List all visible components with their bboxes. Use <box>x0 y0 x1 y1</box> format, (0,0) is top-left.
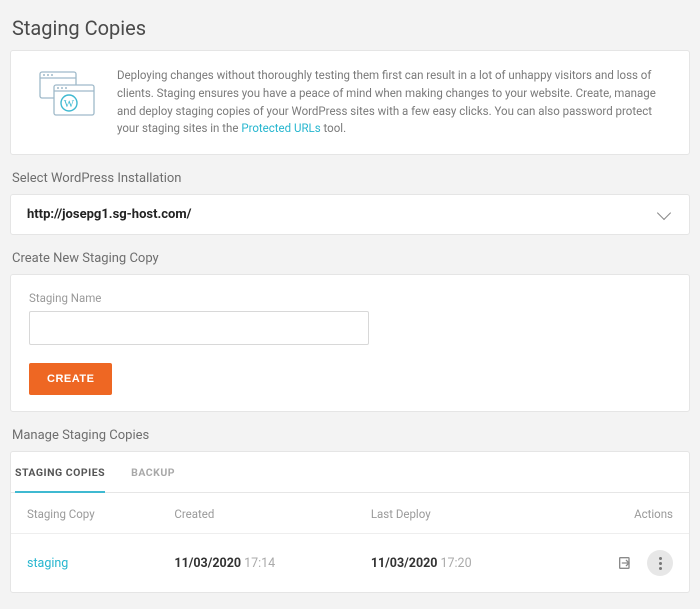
tab-staging-copies[interactable]: STAGING COPIES <box>15 452 105 493</box>
intro-panel: W Deploying changes without thoroughly t… <box>10 50 690 155</box>
col-actions: Actions <box>551 493 689 534</box>
wordpress-installation-select[interactable]: http://josepg1.sg-host.com/ <box>10 194 690 235</box>
create-section-label: Create New Staging Copy <box>12 251 690 266</box>
page-title: Staging Copies <box>12 16 690 40</box>
col-last-deploy: Last Deploy <box>355 493 551 534</box>
create-button[interactable]: CREATE <box>29 363 112 395</box>
deploy-time: 17:20 <box>440 556 471 571</box>
staging-copies-table: Staging Copy Created Last Deploy Actions… <box>11 493 689 592</box>
chevron-down-icon <box>657 206 671 220</box>
row-actions-menu[interactable] <box>647 550 673 576</box>
protected-urls-link[interactable]: Protected URLs <box>241 121 320 135</box>
deploy-cell: 11/03/202017:20 <box>355 534 551 593</box>
create-staging-panel: Staging Name CREATE <box>10 274 690 412</box>
staging-illustration-icon: W <box>29 67 95 121</box>
deploy-date: 11/03/2020 <box>371 556 438 571</box>
select-installation-label: Select WordPress Installation <box>12 171 690 186</box>
svg-text:W: W <box>64 98 75 110</box>
table-row: staging 11/03/202017:14 11/03/202017:20 <box>11 534 689 593</box>
tab-backup[interactable]: BACKUP <box>131 452 175 493</box>
created-cell: 11/03/202017:14 <box>158 534 354 593</box>
select-value: http://josepg1.sg-host.com/ <box>27 207 191 222</box>
col-staging-copy: Staging Copy <box>11 493 158 534</box>
created-time: 17:14 <box>244 556 275 571</box>
staging-name-label: Staging Name <box>29 291 671 305</box>
created-date: 11/03/2020 <box>174 556 241 571</box>
deploy-icon[interactable] <box>612 550 638 576</box>
manage-section-label: Manage Staging Copies <box>12 428 690 443</box>
col-created: Created <box>158 493 354 534</box>
intro-copy: Deploying changes without thoroughly tes… <box>117 68 656 135</box>
intro-suffix: tool. <box>321 121 346 135</box>
staging-copy-link[interactable]: staging <box>27 556 68 571</box>
manage-tabs: STAGING COPIES BACKUP <box>11 452 689 493</box>
staging-name-input[interactable] <box>29 311 369 345</box>
manage-staging-panel: STAGING COPIES BACKUP Staging Copy Creat… <box>10 451 690 593</box>
intro-text: Deploying changes without thoroughly tes… <box>117 67 671 138</box>
